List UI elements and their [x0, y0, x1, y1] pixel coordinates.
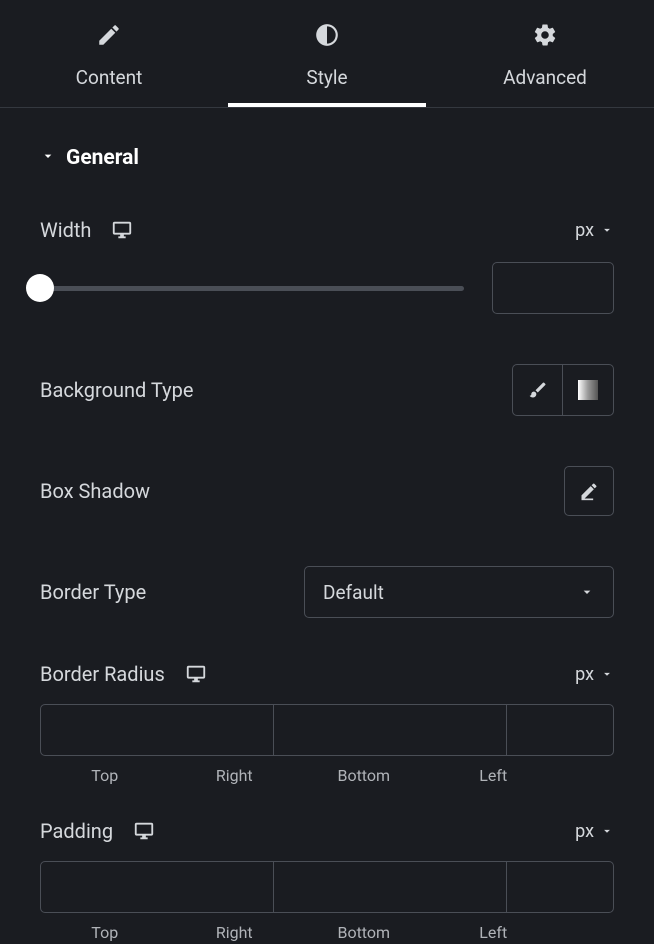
- padding-label: Padding: [40, 819, 113, 843]
- tab-advanced[interactable]: Advanced: [436, 0, 654, 107]
- width-slider[interactable]: [40, 286, 464, 291]
- box-shadow-edit-button[interactable]: [564, 466, 614, 516]
- tab-advanced-label: Advanced: [503, 66, 587, 89]
- desktop-icon[interactable]: [133, 820, 155, 842]
- border-radius-section: Border Radius px Top Right Bottom Left: [40, 662, 614, 785]
- style-panel: General Width px Background Type: [0, 108, 654, 942]
- border-radius-top-input[interactable]: [41, 705, 274, 755]
- contrast-icon: [314, 22, 340, 52]
- border-radius-inputs: [40, 704, 614, 756]
- border-radius-right-input[interactable]: [274, 705, 507, 755]
- tab-style[interactable]: Style: [218, 0, 436, 107]
- padding-unit-select[interactable]: px: [575, 821, 614, 842]
- caret-down-icon: [40, 148, 56, 168]
- dim-label-bottom: Bottom: [299, 923, 429, 942]
- border-radius-bottom-input[interactable]: [507, 705, 614, 755]
- chevron-down-icon: [579, 584, 595, 600]
- background-type-toggle: [512, 364, 614, 416]
- width-unit-value: px: [575, 220, 594, 241]
- border-type-select[interactable]: Default: [304, 566, 614, 618]
- section-general-title: General: [66, 146, 139, 170]
- border-type-value: Default: [323, 581, 384, 604]
- border-type-row: Border Type Default: [40, 566, 614, 618]
- tab-style-label: Style: [306, 66, 347, 89]
- dim-label-right: Right: [170, 766, 300, 785]
- background-gradient-button[interactable]: [563, 365, 613, 415]
- width-label: Width: [40, 218, 91, 242]
- background-type-row: Background Type: [40, 364, 614, 416]
- padding-section: Padding px Top Right Bottom Left: [40, 819, 614, 942]
- box-shadow-row: Box Shadow: [40, 466, 614, 516]
- tab-content[interactable]: Content: [0, 0, 218, 107]
- brush-icon: [528, 380, 548, 400]
- gear-icon: [532, 22, 558, 52]
- padding-unit-value: px: [575, 821, 594, 842]
- dim-label-right: Right: [170, 923, 300, 942]
- width-unit-select[interactable]: px: [575, 220, 614, 241]
- box-shadow-label: Box Shadow: [40, 479, 150, 503]
- width-input[interactable]: [492, 262, 614, 314]
- edit-icon: [579, 481, 599, 501]
- dim-label-left: Left: [429, 923, 559, 942]
- dim-label-top: Top: [40, 923, 170, 942]
- dim-label-bottom: Bottom: [299, 766, 429, 785]
- background-type-label: Background Type: [40, 378, 193, 402]
- dim-label-top: Top: [40, 766, 170, 785]
- border-type-label: Border Type: [40, 580, 146, 604]
- padding-bottom-input[interactable]: [507, 862, 614, 912]
- border-radius-label: Border Radius: [40, 662, 165, 686]
- desktop-icon[interactable]: [111, 219, 133, 241]
- editor-tabs: Content Style Advanced: [0, 0, 654, 108]
- pencil-icon: [96, 22, 122, 52]
- width-row: Width px: [40, 218, 614, 242]
- dim-label-left: Left: [429, 766, 559, 785]
- background-classic-button[interactable]: [513, 365, 563, 415]
- padding-right-input[interactable]: [274, 862, 507, 912]
- border-radius-side-labels: Top Right Bottom Left: [40, 766, 614, 785]
- tab-content-label: Content: [76, 66, 143, 89]
- gradient-icon: [578, 380, 598, 400]
- desktop-icon[interactable]: [185, 663, 207, 685]
- border-radius-unit-select[interactable]: px: [575, 664, 614, 685]
- padding-side-labels: Top Right Bottom Left: [40, 923, 614, 942]
- padding-inputs: [40, 861, 614, 913]
- width-slider-row: [40, 262, 614, 314]
- section-general-header[interactable]: General: [40, 146, 614, 170]
- width-slider-thumb[interactable]: [26, 274, 54, 302]
- padding-top-input[interactable]: [41, 862, 274, 912]
- border-radius-unit-value: px: [575, 664, 594, 685]
